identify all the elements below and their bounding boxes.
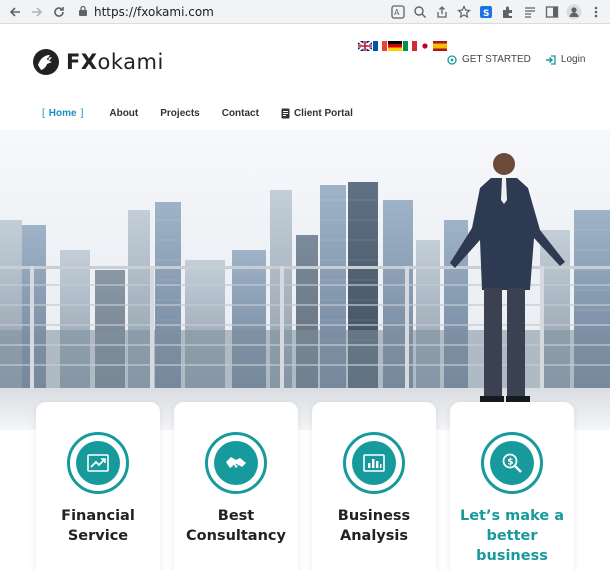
browser-toolbar: https://fxokami.com A S <box>0 0 610 24</box>
card-financial-service[interactable]: Financial Service <box>36 402 160 570</box>
bracket-right: ] <box>80 107 84 119</box>
dollar-search-icon: $ <box>490 441 534 485</box>
chart-up-icon <box>76 441 120 485</box>
nav-projects-label: Projects <box>160 107 200 119</box>
service-cards: Financial Service Best Consultancy Busin… <box>36 402 576 570</box>
wolf-logo-icon <box>33 49 59 75</box>
lock-icon <box>78 3 88 21</box>
nav-contact[interactable]: Contact <box>222 108 259 119</box>
card-title-line2: Analysis <box>340 528 408 544</box>
extensions-puzzle-icon[interactable] <box>500 4 516 20</box>
more-menu-icon[interactable] <box>588 4 604 20</box>
it-flag-icon[interactable] <box>403 41 417 51</box>
forward-icon[interactable] <box>26 1 48 23</box>
de-flag-icon[interactable] <box>388 41 402 51</box>
nav-projects[interactable]: Projects <box>160 108 199 119</box>
card-icon-ring <box>205 432 267 494</box>
login-label: Login <box>560 54 586 65</box>
get-started-label: GET STARTED <box>462 54 531 65</box>
browser-actions: A S <box>390 4 610 20</box>
card-title-line2: better <box>486 528 538 544</box>
reload-icon[interactable] <box>48 1 70 23</box>
language-flags <box>358 41 447 51</box>
card-icon-ring: $ <box>481 432 543 494</box>
site-logo[interactable]: FXokami <box>32 48 164 76</box>
svg-text:$: $ <box>507 457 513 467</box>
url-text[interactable]: https://fxokami.com <box>94 5 214 19</box>
bar-chart-icon <box>352 441 396 485</box>
nav-home[interactable]: [ Home ] <box>38 108 87 119</box>
svg-text:S: S <box>483 9 489 19</box>
nav-client-portal[interactable]: Client Portal <box>281 108 353 119</box>
handshake-icon <box>214 441 258 485</box>
zoom-icon[interactable] <box>412 4 428 20</box>
card-best-consultancy[interactable]: Best Consultancy <box>174 402 298 570</box>
card-icon-ring <box>343 432 405 494</box>
card-title: Let’s make a better business <box>450 506 574 566</box>
uk-flag-icon[interactable] <box>358 41 372 51</box>
profile-avatar-icon[interactable] <box>566 4 582 20</box>
header-links: GET STARTED Login <box>447 54 599 65</box>
jp-flag-icon[interactable] <box>418 41 432 51</box>
main-navigation: [ Home ] About Projects Contact Client P… <box>0 96 610 130</box>
es-flag-icon[interactable] <box>433 41 447 51</box>
card-title-line2: Consultancy <box>186 528 286 544</box>
card-title: Financial Service <box>36 506 160 546</box>
site-header: FXokami GET STARTED Login <box>0 24 610 94</box>
translate-icon[interactable]: A <box>390 4 406 20</box>
reading-list-icon[interactable] <box>522 4 538 20</box>
card-title: Best Consultancy <box>174 506 298 546</box>
get-started-link[interactable]: GET STARTED <box>447 54 531 65</box>
card-title: Business Analysis <box>312 506 436 546</box>
hero-image <box>0 130 610 430</box>
side-panel-icon[interactable] <box>544 4 560 20</box>
login-link[interactable]: Login <box>545 54 585 65</box>
document-icon <box>281 108 290 118</box>
nav-about-label: About <box>109 107 139 119</box>
share-icon[interactable] <box>434 4 450 20</box>
card-title-line3: business <box>476 548 548 564</box>
logo-fx-text: FX <box>66 50 98 74</box>
star-icon[interactable] <box>456 4 472 20</box>
svg-text:A: A <box>394 8 400 17</box>
extension-s-icon[interactable]: S <box>478 4 494 20</box>
card-better-business[interactable]: $ Let’s make a better business <box>450 402 574 570</box>
card-title-line1: Best <box>217 508 255 524</box>
nav-contact-label: Contact <box>221 107 259 119</box>
fr-flag-icon[interactable] <box>373 41 387 51</box>
nav-about[interactable]: About <box>109 108 138 119</box>
target-icon <box>447 54 457 65</box>
nav-home-label: Home <box>48 107 77 119</box>
card-title-line1: Business <box>337 508 411 524</box>
logo-okami-text: okami <box>97 50 164 74</box>
card-title-line1: Financial <box>61 508 135 524</box>
card-business-analysis[interactable]: Business Analysis <box>312 402 436 570</box>
back-icon[interactable] <box>4 1 26 23</box>
card-title-line2: Service <box>67 528 129 544</box>
address-bar[interactable]: https://fxokami.com <box>78 0 340 24</box>
nav-client-portal-label: Client Portal <box>293 107 353 119</box>
logo-wordmark: FXokami <box>66 50 164 74</box>
card-title-line1: Let’s make a <box>459 508 564 524</box>
card-icon-ring <box>67 432 129 494</box>
bracket-left: [ <box>42 107 45 119</box>
login-icon <box>545 54 556 65</box>
city-skyline-illustration <box>0 153 610 430</box>
